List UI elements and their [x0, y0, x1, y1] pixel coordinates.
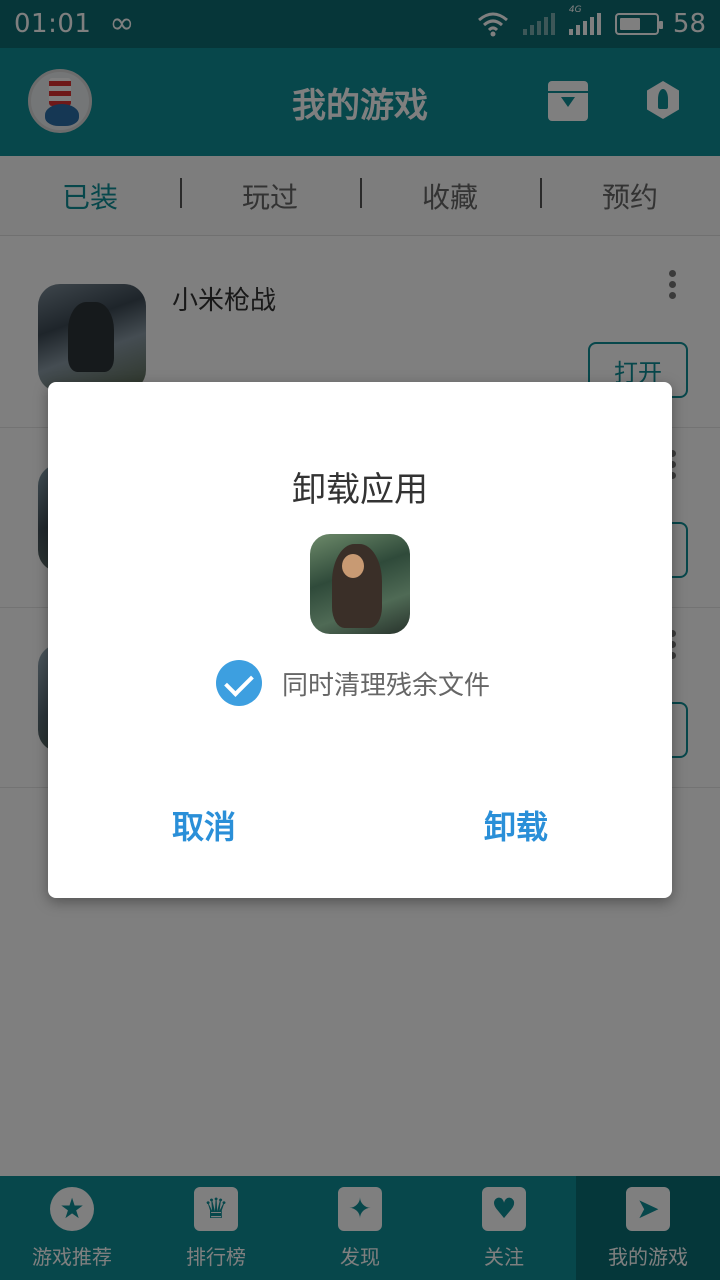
cleanup-checkbox-row[interactable]: 同时清理残余文件: [216, 660, 490, 706]
uninstall-dialog: 卸载应用 同时清理残余文件 取消 卸载: [48, 382, 672, 898]
app-icon: [310, 534, 410, 634]
cancel-button[interactable]: 取消: [172, 802, 236, 848]
uninstall-button[interactable]: 卸载: [484, 802, 548, 848]
dialog-title: 卸载应用: [292, 470, 428, 510]
checkbox-label: 同时清理残余文件: [282, 670, 491, 701]
checkbox-checked-icon[interactable]: [216, 660, 262, 706]
